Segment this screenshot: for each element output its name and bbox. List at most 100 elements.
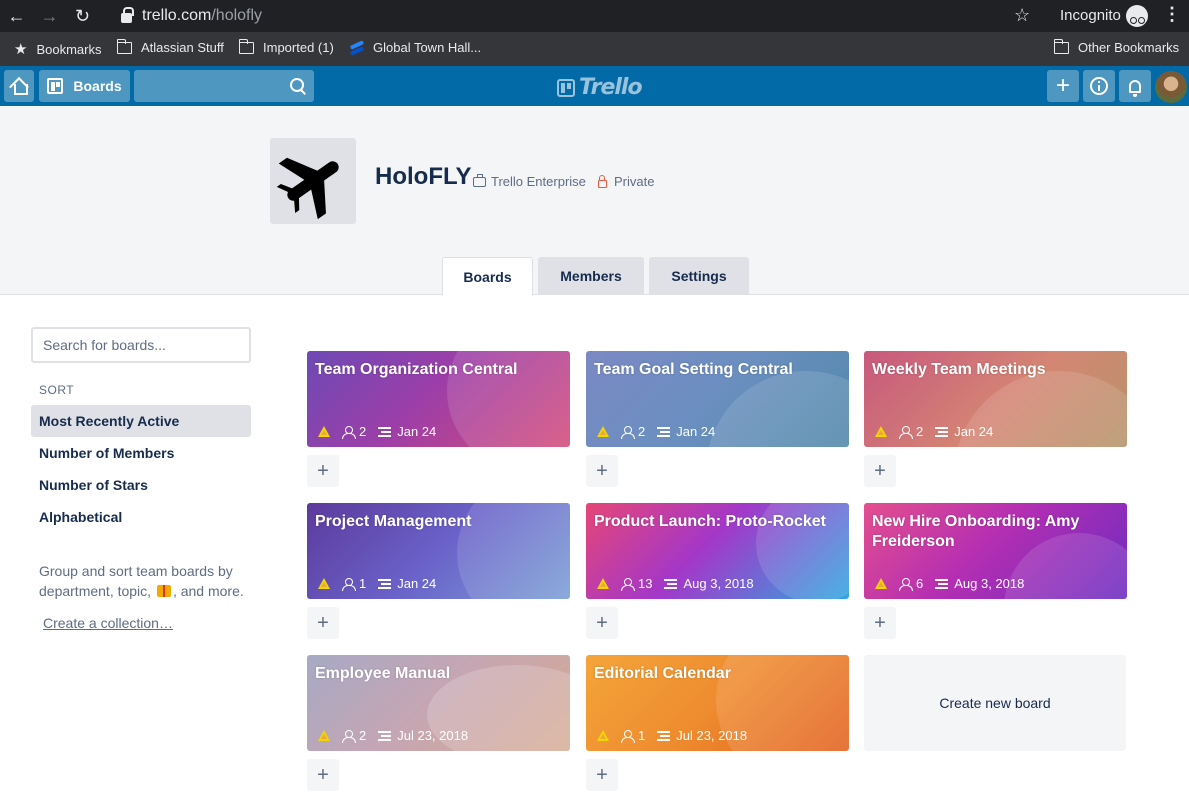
tab-members[interactable]: Members xyxy=(538,257,644,295)
board-meta: 1 Jan 24 xyxy=(318,576,436,591)
activity-icon xyxy=(935,426,949,437)
create-button[interactable]: + xyxy=(1047,70,1079,102)
team-header: HoloFLY Trello Enterprise Private Boards… xyxy=(0,106,1189,296)
board-title: New Hire Onboarding: Amy Freiderson xyxy=(872,513,1080,550)
add-to-collection-button[interactable]: + xyxy=(864,607,896,639)
info-icon xyxy=(1090,77,1108,95)
board-search-input[interactable]: Search for boards... xyxy=(31,327,251,363)
bookmark-label: Bookmarks xyxy=(36,41,102,57)
sort-number-of-stars[interactable]: Number of Stars xyxy=(31,469,251,501)
member-count: 1 xyxy=(638,728,646,743)
bell-icon xyxy=(1129,79,1141,97)
member-icon xyxy=(342,729,356,743)
visibility-label: Private xyxy=(614,174,655,189)
browser-toolbar: ← → ↻ trello.com/holofly ☆ Incognito ⋮ xyxy=(0,0,1189,32)
board-tile[interactable]: New Hire Onboarding: Amy Freiderson 6 Au… xyxy=(864,503,1127,599)
add-to-collection-button[interactable]: + xyxy=(307,455,339,487)
bookmark-label: Atlassian Stuff xyxy=(141,40,224,55)
trello-logo[interactable]: Trello xyxy=(557,75,643,100)
member-count: 6 xyxy=(916,576,924,591)
bookmarks-bar: ★ Bookmarks Atlassian Stuff Imported (1)… xyxy=(0,32,1189,66)
enterprise-icon xyxy=(318,578,331,589)
board-title: Team Organization Central xyxy=(315,361,518,378)
sidebar: Search for boards... SORT Most Recently … xyxy=(31,327,251,631)
confluence-icon xyxy=(350,41,364,55)
member-icon xyxy=(621,577,635,591)
board-tile[interactable]: Editorial Calendar 1 Jul 23, 2018 xyxy=(586,655,849,751)
forward-arrow-icon[interactable]: → xyxy=(33,0,66,32)
member-icon xyxy=(342,425,356,439)
sort-most-recently-active[interactable]: Most Recently Active xyxy=(31,405,251,437)
board-date: Aug 3, 2018 xyxy=(954,576,1025,591)
add-to-collection-button[interactable]: + xyxy=(586,759,618,791)
visibility-badge[interactable]: Private xyxy=(598,174,654,189)
plus-icon: + xyxy=(1055,72,1070,99)
board-title: Project Management xyxy=(315,513,472,530)
boards-button-label: Boards xyxy=(73,78,122,94)
team-name: HoloFLY xyxy=(375,163,472,190)
board-date: Jan 24 xyxy=(397,424,437,439)
board-title: Weekly Team Meetings xyxy=(872,361,1046,378)
team-tabs: Boards Members Settings xyxy=(442,257,754,296)
bookmark-bookmarks[interactable]: ★ Bookmarks xyxy=(14,40,101,58)
enterprise-icon xyxy=(875,578,888,589)
incognito-icon[interactable] xyxy=(1126,5,1148,27)
trello-header: Boards Trello + xyxy=(0,66,1189,106)
sort-number-of-members[interactable]: Number of Members xyxy=(31,437,251,469)
create-new-board-button[interactable]: Create new board xyxy=(864,655,1126,751)
info-button[interactable] xyxy=(1083,70,1115,102)
add-to-collection-button[interactable]: + xyxy=(586,607,618,639)
activity-icon xyxy=(378,730,392,741)
board-tile[interactable]: Weekly Team Meetings 2 Jan 24 xyxy=(864,351,1127,447)
team-logo xyxy=(270,138,356,224)
home-button[interactable] xyxy=(4,70,34,102)
create-collection-link[interactable]: Create a collection… xyxy=(43,615,251,631)
enterprise-icon xyxy=(597,426,610,437)
board-meta: 2 Jan 24 xyxy=(318,424,436,439)
add-to-collection-button[interactable]: + xyxy=(586,455,618,487)
sort-alphabetical[interactable]: Alphabetical xyxy=(31,501,251,533)
url-path: /holofly xyxy=(211,7,263,24)
boards-button[interactable]: Boards xyxy=(39,70,130,102)
add-to-collection-button[interactable]: + xyxy=(864,455,896,487)
avatar[interactable] xyxy=(1155,71,1187,103)
board-title: Team Goal Setting Central xyxy=(594,361,793,378)
back-arrow-icon[interactable]: ← xyxy=(0,0,33,32)
bookmark-global-town-hall[interactable]: Global Town Hall... xyxy=(350,40,481,55)
board-tile[interactable]: Product Launch: Proto-Rocket 13 Aug 3, 2… xyxy=(586,503,849,599)
add-to-collection-button[interactable]: + xyxy=(307,759,339,791)
activity-icon xyxy=(657,730,671,741)
member-icon xyxy=(899,577,913,591)
board-tile[interactable]: Team Goal Setting Central 2 Jan 24 xyxy=(586,351,849,447)
tab-boards[interactable]: Boards xyxy=(442,257,533,296)
bookmark-atlassian-stuff[interactable]: Atlassian Stuff xyxy=(116,38,224,55)
enterprise-badge: Trello Enterprise xyxy=(473,173,586,189)
enterprise-icon xyxy=(875,426,888,437)
activity-icon xyxy=(378,426,392,437)
search-icon xyxy=(290,78,304,92)
bookmark-other-bookmarks[interactable]: Other Bookmarks xyxy=(1053,38,1179,55)
star-icon: ★ xyxy=(14,41,28,58)
reload-icon[interactable]: ↻ xyxy=(66,0,99,32)
folder-icon xyxy=(238,38,254,54)
tab-settings[interactable]: Settings xyxy=(649,257,749,295)
url-host: trello.com xyxy=(142,7,212,24)
trello-logo-icon xyxy=(557,78,575,97)
notifications-button[interactable] xyxy=(1119,70,1151,102)
address-bar[interactable]: trello.com/holofly xyxy=(103,0,1043,32)
bookmark-star-icon[interactable]: ☆ xyxy=(1014,5,1030,26)
board-tile[interactable]: Team Organization Central 2 Jan 24 xyxy=(307,351,570,447)
board-tile[interactable]: Project Management 1 Jan 24 xyxy=(307,503,570,599)
board-date: Jul 23, 2018 xyxy=(397,728,469,743)
airplane-icon xyxy=(276,157,339,220)
gift-icon xyxy=(156,585,171,597)
board-meta: 6 Aug 3, 2018 xyxy=(875,576,1024,591)
browser-menu-icon[interactable]: ⋮ xyxy=(1163,4,1181,25)
header-search-input[interactable] xyxy=(134,70,314,102)
enterprise-icon xyxy=(597,578,610,589)
board-tile[interactable]: Employee Manual 2 Jul 23, 2018 xyxy=(307,655,570,751)
bookmark-imported[interactable]: Imported (1) xyxy=(238,38,334,55)
incognito-label: Incognito xyxy=(1060,7,1121,24)
board-date: Jan 24 xyxy=(954,424,994,439)
add-to-collection-button[interactable]: + xyxy=(307,607,339,639)
